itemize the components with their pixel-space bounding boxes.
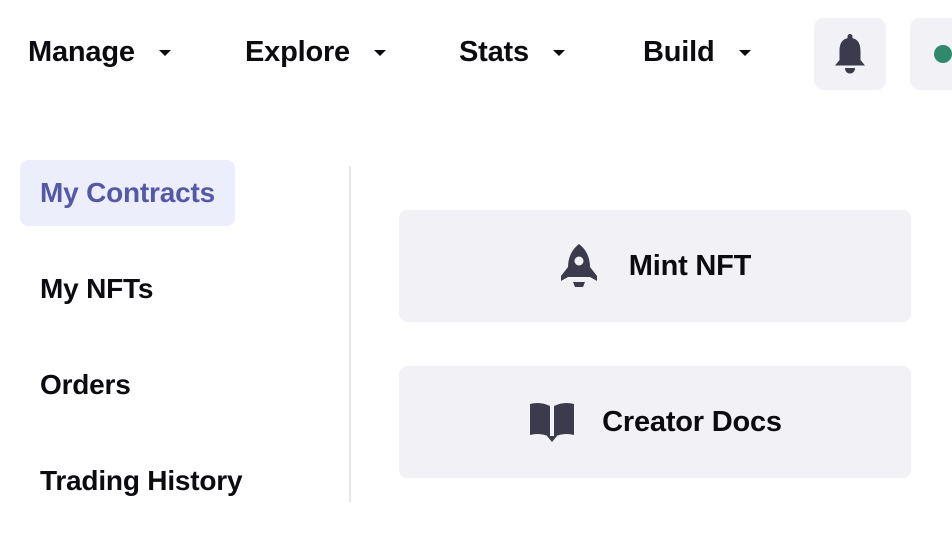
sidebar-item-label: My NFTs	[40, 273, 154, 304]
sidebar-item-orders[interactable]: Orders	[20, 352, 151, 418]
nav-stats-dropdown[interactable]: Stats	[459, 30, 565, 74]
rocket-icon	[559, 243, 599, 289]
sidebar-item-my-contracts[interactable]: My Contracts	[20, 160, 235, 226]
nav-build-dropdown[interactable]: Build	[643, 30, 751, 74]
nav-label: Manage	[28, 35, 135, 68]
account-button[interactable]	[910, 18, 952, 90]
nav-label: Stats	[459, 35, 529, 68]
mint-nft-button[interactable]: Mint NFT	[399, 210, 911, 322]
nav-explore-dropdown[interactable]: Explore	[245, 30, 386, 74]
sidebar-item-trading-history[interactable]: Trading History	[20, 448, 262, 514]
sidebar-item-label: Trading History	[40, 465, 243, 496]
page: Manage Explore Stats Build My Contracts …	[0, 0, 952, 546]
notifications-button[interactable]	[814, 18, 886, 90]
nav-manage-dropdown[interactable]: Manage	[28, 30, 171, 74]
caret-down-icon	[738, 50, 751, 56]
book-icon	[528, 401, 576, 443]
nav-label: Build	[643, 35, 715, 68]
sidebar: My Contracts My NFTs Orders Trading Hist…	[0, 150, 349, 510]
caret-down-icon	[552, 50, 565, 56]
action-label: Mint NFT	[628, 249, 752, 282]
sidebar-item-label: My Contracts	[40, 177, 215, 208]
top-nav: Manage Explore Stats Build	[0, 0, 952, 104]
caret-down-icon	[158, 50, 171, 56]
nav-label: Explore	[245, 35, 350, 68]
caret-down-icon	[373, 50, 386, 56]
creator-docs-button[interactable]: Creator Docs	[399, 366, 911, 478]
status-dot	[934, 45, 952, 63]
sidebar-item-my-nfts[interactable]: My NFTs	[20, 256, 173, 322]
bell-icon	[835, 34, 865, 74]
action-label: Creator Docs	[602, 405, 782, 438]
sidebar-item-label: Orders	[40, 369, 131, 400]
sidebar-divider	[349, 166, 351, 502]
